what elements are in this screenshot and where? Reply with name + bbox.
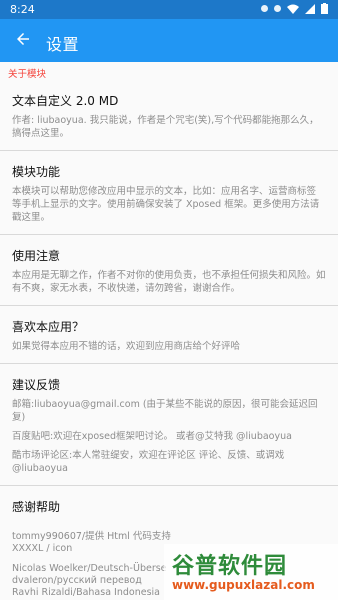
pref-feedback[interactable]: 建议反馈 邮箱:liubaoyua@gmail.com (由于某些不能说的原因，… bbox=[0, 364, 338, 486]
pref-summary: 作者: liubaoyua. 我只能说，作者是个咒宅(笑),写个代码都能拖那么久… bbox=[12, 115, 319, 139]
pref-title: 感谢帮助 bbox=[12, 500, 61, 514]
feedback-email: 邮箱:liubaoyua@gmail.com (由于某些不能说的原因，很可能会延… bbox=[12, 399, 318, 423]
battery-icon bbox=[321, 3, 328, 14]
settings-list: 关于模块 文本自定义 2.0 MD 作者: liubaoyua. 我只能说，作者… bbox=[0, 62, 338, 600]
arrow-back-icon bbox=[17, 33, 29, 45]
pref-title: 建议反馈 bbox=[12, 378, 61, 392]
status-time: 8:24 bbox=[10, 3, 35, 16]
notification-icon bbox=[261, 5, 268, 12]
page-title: 设置 bbox=[46, 35, 80, 54]
pref-app-info[interactable]: 文本自定义 2.0 MD 作者: liubaoyua. 我只能说，作者是个咒宅(… bbox=[0, 80, 338, 151]
back-button[interactable] bbox=[12, 28, 34, 50]
pref-usage-notice[interactable]: 使用注意 本应用是无聊之作，作者不对你的使用负责，也不承担任何损失和风险。如有不… bbox=[0, 235, 338, 306]
watermark-brand: 谷普软件园 bbox=[172, 554, 288, 579]
pref-title: 使用注意 bbox=[12, 249, 61, 263]
watermark: 谷普软件园 www.gupuxlazal.com bbox=[164, 544, 338, 600]
status-bar: 8:24 bbox=[0, 0, 338, 19]
pref-summary: 如果觉得本应用不错的话，欢迎到应用商店给个好评哈 bbox=[12, 341, 241, 352]
pref-like-app[interactable]: 喜欢本应用？ 如果觉得本应用不错的话，欢迎到应用商店给个好评哈 bbox=[0, 306, 338, 364]
feedback-tieba: 百度贴吧:欢迎在xposed框架吧讨论。 或者@艾特我 @liubaoyua bbox=[12, 431, 292, 442]
pref-title: 模块功能 bbox=[12, 165, 61, 179]
watermark-url: www.gupuxlazal.com bbox=[172, 578, 315, 592]
pref-title: 文本自定义 2.0 MD bbox=[12, 94, 119, 108]
feedback-coolapk: 酷市场评论区:本人常驻缇安，欢迎在评论区 评论、反馈、或调戏 @liubaoyu… bbox=[12, 450, 285, 474]
section-header-about: 关于模块 bbox=[8, 69, 47, 80]
pref-summary: 本模块可以帮助您修改应用中显示的文本，比如：应用名字、运营商标签 等手机上显示的… bbox=[12, 186, 320, 223]
pref-module-function[interactable]: 模块功能 本模块可以帮助您修改应用中显示的文本，比如：应用名字、运营商标签 等手… bbox=[0, 151, 338, 235]
app-bar: 设置 bbox=[0, 19, 338, 62]
status-icons bbox=[261, 3, 328, 14]
pref-title: 喜欢本应用？ bbox=[12, 320, 85, 334]
thanks-line: tommy990607/提供 Html 代码支持 bbox=[12, 531, 171, 542]
pref-summary: 本应用是无聊之作，作者不对你的使用负责，也不承担任何损失和风险。如有不爽，家无水… bbox=[12, 270, 326, 294]
signal-icon bbox=[305, 3, 315, 14]
wifi-icon bbox=[287, 4, 299, 14]
sync-icon bbox=[274, 5, 281, 12]
